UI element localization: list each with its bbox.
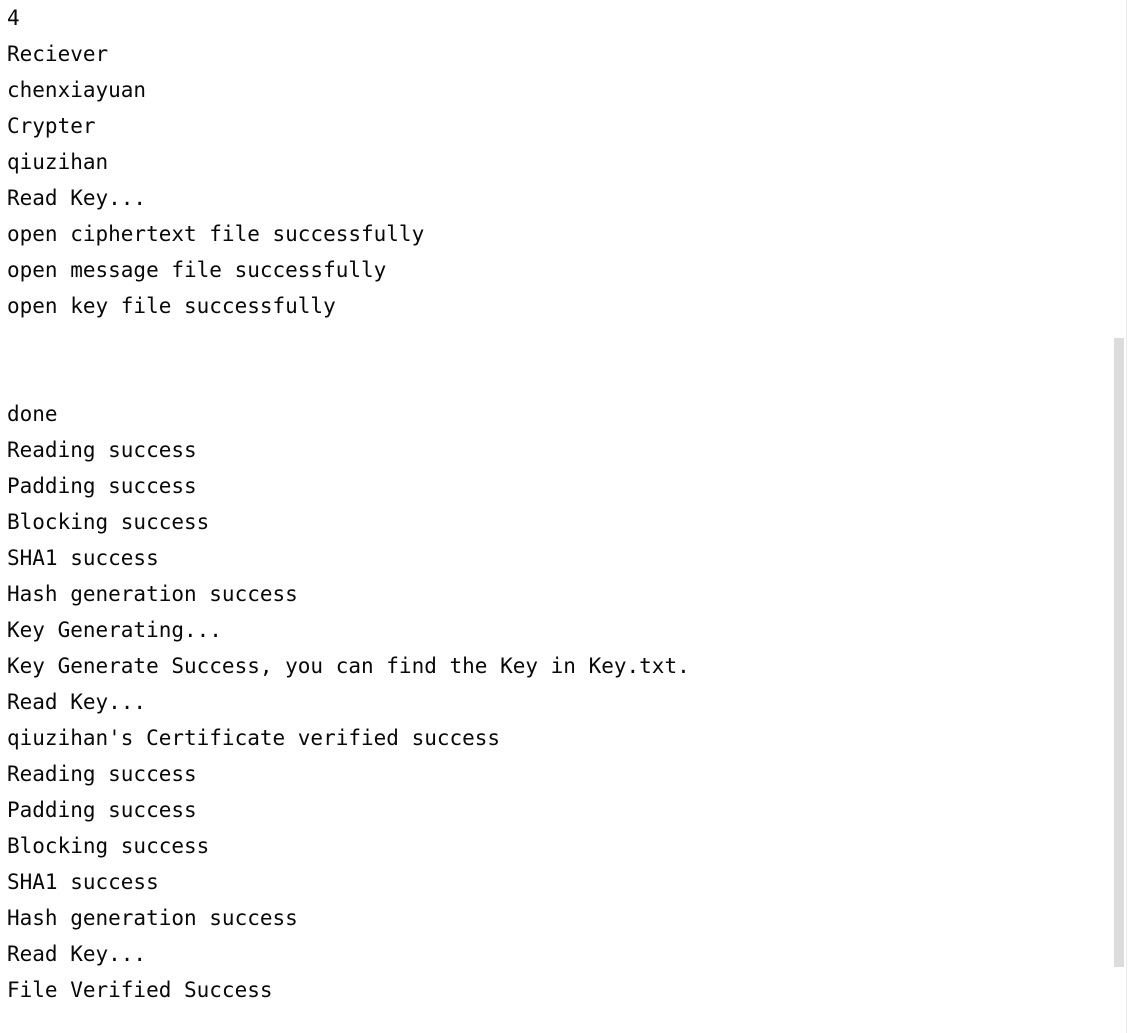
console-line: Blocking success	[7, 510, 210, 534]
console-lines: 4 Reciever chenxiayuan Crypter qiuzihan …	[7, 0, 690, 1008]
console-line: Reading success	[7, 438, 197, 462]
console-line: Read Key...	[7, 690, 147, 714]
console-line: Crypter	[7, 114, 96, 138]
console-line: SHA1 success	[7, 870, 159, 894]
console-line: Reciever	[7, 42, 109, 66]
console-line: Key Generating...	[7, 618, 222, 642]
console-line: Padding success	[7, 798, 197, 822]
vertical-scrollbar-thumb[interactable]	[1114, 338, 1124, 967]
console-line: open key file successfully	[7, 294, 336, 318]
console-line: Hash generation success	[7, 582, 298, 606]
console-line: Reading success	[7, 762, 197, 786]
console-line: done	[7, 402, 58, 426]
console-line: Read Key...	[7, 186, 147, 210]
console-line-empty	[7, 360, 690, 396]
console-line: Key Generate Success, you can find the K…	[7, 654, 690, 678]
console-line: Read Key...	[7, 942, 147, 966]
console-output: 4 Reciever chenxiayuan Crypter qiuzihan …	[0, 0, 1113, 1033]
console-line: Hash generation success	[7, 906, 298, 930]
console-line: File Verified Success	[7, 978, 273, 1002]
console-line: open ciphertext file successfully	[7, 222, 425, 246]
console-line: Blocking success	[7, 834, 210, 858]
console-line: SHA1 success	[7, 546, 159, 570]
console-line: open message file successfully	[7, 258, 387, 282]
console-line-empty	[7, 324, 690, 360]
console-line: qiuzihan	[7, 150, 109, 174]
console-line: qiuzihan's Certificate verified success	[7, 726, 501, 750]
console-line: chenxiayuan	[7, 78, 147, 102]
console-line: Padding success	[7, 474, 197, 498]
console-line: 4	[7, 6, 20, 30]
panel-edge	[1126, 0, 1139, 1033]
